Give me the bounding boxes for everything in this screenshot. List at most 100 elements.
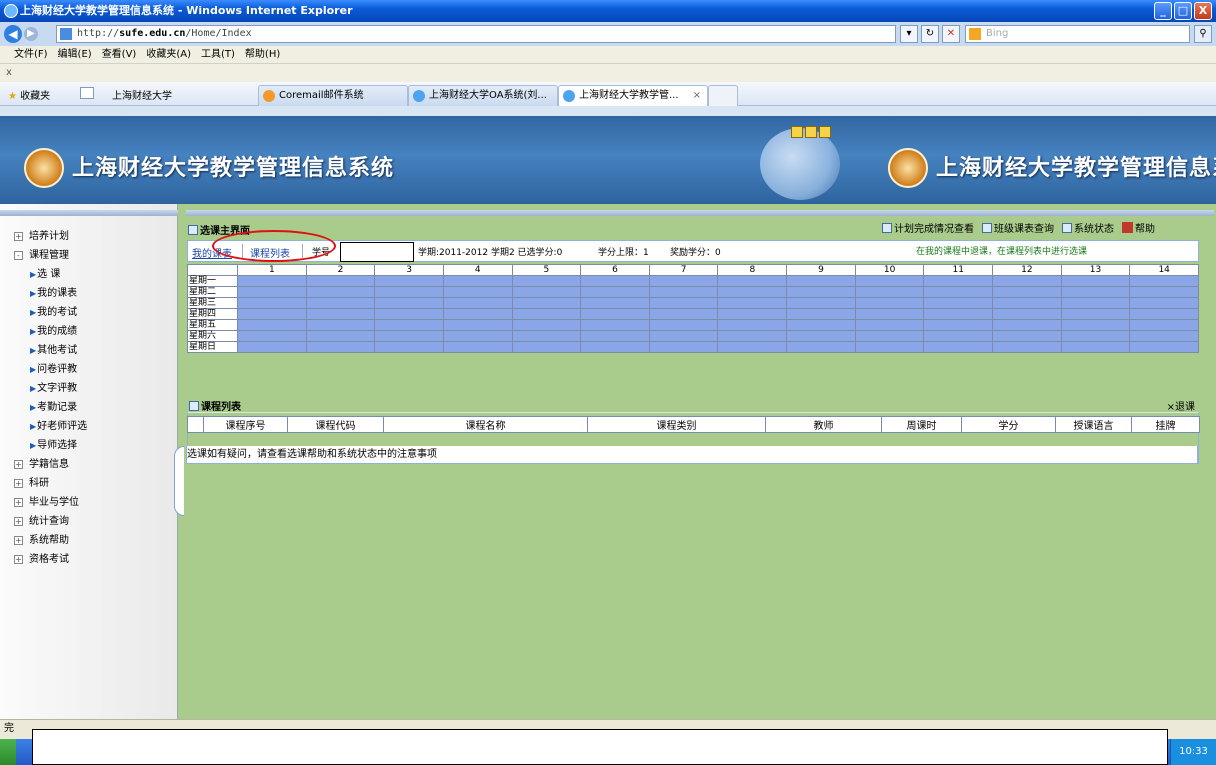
timetable-cell[interactable] <box>992 275 1062 287</box>
timetable-cell[interactable] <box>1129 330 1199 342</box>
timetable-cell[interactable] <box>580 330 650 342</box>
class-schedule-link[interactable]: 班级课表查询 <box>982 220 1054 235</box>
lock-icon[interactable] <box>791 126 803 138</box>
timetable-cell[interactable] <box>992 297 1062 309</box>
timetable-cell[interactable] <box>511 286 582 298</box>
timetable-cell[interactable] <box>511 341 582 353</box>
sidebar-item-qualification[interactable]: + 资格考试 <box>14 553 69 567</box>
timetable-cell[interactable] <box>648 319 719 331</box>
start-button[interactable] <box>0 739 16 765</box>
timetable-cell[interactable] <box>305 275 376 287</box>
timetable-cell[interactable] <box>923 275 994 287</box>
timetable-cell[interactable] <box>923 308 994 320</box>
close-tab-icon[interactable]: × <box>693 86 701 106</box>
sidebar-sub-attendance[interactable]: ▶考勤记录 <box>30 401 77 415</box>
minimize-button[interactable]: _ <box>1154 2 1172 20</box>
dropdown-icon[interactable]: ▾ <box>900 25 918 43</box>
timetable-cell[interactable] <box>511 308 582 320</box>
timetable-cell[interactable] <box>1060 308 1131 320</box>
timetable-cell[interactable] <box>786 330 856 342</box>
timetable-cell[interactable] <box>1129 275 1199 287</box>
timetable-cell[interactable] <box>786 319 856 331</box>
timetable-cell[interactable] <box>854 275 925 287</box>
timetable-cell[interactable] <box>854 308 925 320</box>
tab-coremail[interactable]: Coremail邮件系统 <box>258 85 408 106</box>
menu-view[interactable]: 查看(V) <box>102 46 137 63</box>
sidebar-sub-my-grades[interactable]: ▶我的成绩 <box>30 325 77 339</box>
timetable-cell[interactable] <box>717 319 788 331</box>
timetable-cell[interactable] <box>442 308 513 320</box>
sidebar-item-plan[interactable]: + 培养计划 <box>14 230 69 244</box>
timetable-cell[interactable] <box>511 275 582 287</box>
timetable-cell[interactable] <box>786 286 856 298</box>
sidebar-sub-other-exams[interactable]: ▶其他考试 <box>30 344 77 358</box>
timetable-cell[interactable] <box>786 308 856 320</box>
timetable-cell[interactable] <box>237 308 307 320</box>
timetable-cell[interactable] <box>786 275 856 287</box>
timetable-cell[interactable] <box>374 297 444 309</box>
timetable-cell[interactable] <box>923 330 994 342</box>
timetable-cell[interactable] <box>648 297 719 309</box>
search-icon[interactable]: ⚲ <box>1194 25 1212 43</box>
timetable-cell[interactable] <box>374 308 444 320</box>
timetable-cell[interactable] <box>237 275 307 287</box>
search-input[interactable]: Bing <box>965 25 1190 43</box>
sidebar-collapse-handle[interactable] <box>174 446 184 516</box>
timetable-cell[interactable] <box>374 275 444 287</box>
menu-favorites[interactable]: 收藏夹(A) <box>146 46 191 63</box>
timetable-cell[interactable] <box>648 308 719 320</box>
timetable-cell[interactable] <box>1129 308 1199 320</box>
timetable-cell[interactable] <box>992 319 1062 331</box>
timetable-cell[interactable] <box>511 330 582 342</box>
home-icon[interactable] <box>805 126 817 138</box>
withdraw-button[interactable]: ×退课 <box>1167 398 1195 413</box>
sidebar-sub-text-evaluation[interactable]: ▶文字评教 <box>30 382 77 396</box>
timetable-cell[interactable] <box>923 319 994 331</box>
timetable-cell[interactable] <box>992 330 1062 342</box>
system-status-link[interactable]: 系统状态 <box>1062 220 1114 235</box>
timetable-cell[interactable] <box>992 286 1062 298</box>
sidebar-item-student-status[interactable]: + 学籍信息 <box>14 458 69 472</box>
sidebar-sub-my-exams[interactable]: ▶我的考试 <box>30 306 77 320</box>
timetable-cell[interactable] <box>854 330 925 342</box>
timetable-cell[interactable] <box>1060 286 1131 298</box>
timetable-cell[interactable] <box>1060 319 1131 331</box>
quick-tabs-icon[interactable] <box>80 87 94 99</box>
timetable-cell[interactable] <box>717 286 788 298</box>
plan-progress-link[interactable]: 计划完成情况查看 <box>882 220 974 235</box>
stop-icon[interactable]: ✕ <box>942 25 960 43</box>
timetable-cell[interactable] <box>1060 297 1131 309</box>
timetable-cell[interactable] <box>786 297 856 309</box>
sidebar-sub-questionnaire[interactable]: ▶问卷评教 <box>30 363 77 377</box>
timetable-cell[interactable] <box>374 330 444 342</box>
timetable-cell[interactable] <box>854 286 925 298</box>
timetable-cell[interactable] <box>992 341 1062 353</box>
timetable-cell[interactable] <box>305 297 376 309</box>
tab-oa[interactable]: 上海财经大学OA系统(刘... <box>408 85 558 106</box>
timetable-cell[interactable] <box>923 286 994 298</box>
timetable-cell[interactable] <box>992 308 1062 320</box>
sidebar-item-system-help[interactable]: + 系统帮助 <box>14 534 69 548</box>
timetable-cell[interactable] <box>305 308 376 320</box>
timetable-cell[interactable] <box>374 286 444 298</box>
timetable-cell[interactable] <box>717 275 788 287</box>
timetable-cell[interactable] <box>854 297 925 309</box>
timetable-cell[interactable] <box>923 297 994 309</box>
timetable-cell[interactable] <box>442 286 513 298</box>
timetable-cell[interactable] <box>1129 319 1199 331</box>
sidebar-sub-advisor[interactable]: ▶导师选择 <box>30 439 77 453</box>
timetable-cell[interactable] <box>580 275 650 287</box>
timetable-cell[interactable] <box>511 319 582 331</box>
timetable-cell[interactable] <box>305 330 376 342</box>
forward-button[interactable]: ▶ <box>24 27 38 41</box>
timetable-cell[interactable] <box>1060 341 1131 353</box>
sidebar-sub-good-teacher[interactable]: ▶好老师评选 <box>30 420 87 434</box>
timetable-cell[interactable] <box>1129 297 1199 309</box>
sidebar-item-statistics[interactable]: + 统计查询 <box>14 515 69 529</box>
timetable-cell[interactable] <box>1129 286 1199 298</box>
sidebar-sub-my-schedule[interactable]: ▶我的课表 <box>30 287 77 301</box>
timetable-cell[interactable] <box>854 341 925 353</box>
maximize-button[interactable]: □ <box>1174 2 1192 20</box>
timetable-cell[interactable] <box>305 341 376 353</box>
timetable-cell[interactable] <box>237 319 307 331</box>
